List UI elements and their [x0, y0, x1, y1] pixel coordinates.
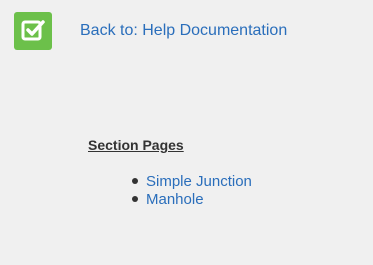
list-item: Simple Junction: [132, 172, 252, 190]
content-panel: Back to: Help Documentation Section Page…: [0, 0, 373, 265]
section-pages-heading: Section Pages: [88, 137, 184, 153]
section-pages-list: Simple Junction Manhole: [132, 172, 252, 208]
manhole-link[interactable]: Manhole: [146, 191, 204, 208]
simple-junction-link[interactable]: Simple Junction: [146, 173, 252, 190]
bullet-icon: [132, 178, 138, 184]
checkbox-check-icon: [14, 12, 52, 50]
header: Back to: Help Documentation: [14, 12, 287, 50]
back-to-help-documentation-link[interactable]: Back to: Help Documentation: [80, 21, 287, 41]
list-item: Manhole: [132, 190, 252, 208]
bullet-icon: [132, 196, 138, 202]
